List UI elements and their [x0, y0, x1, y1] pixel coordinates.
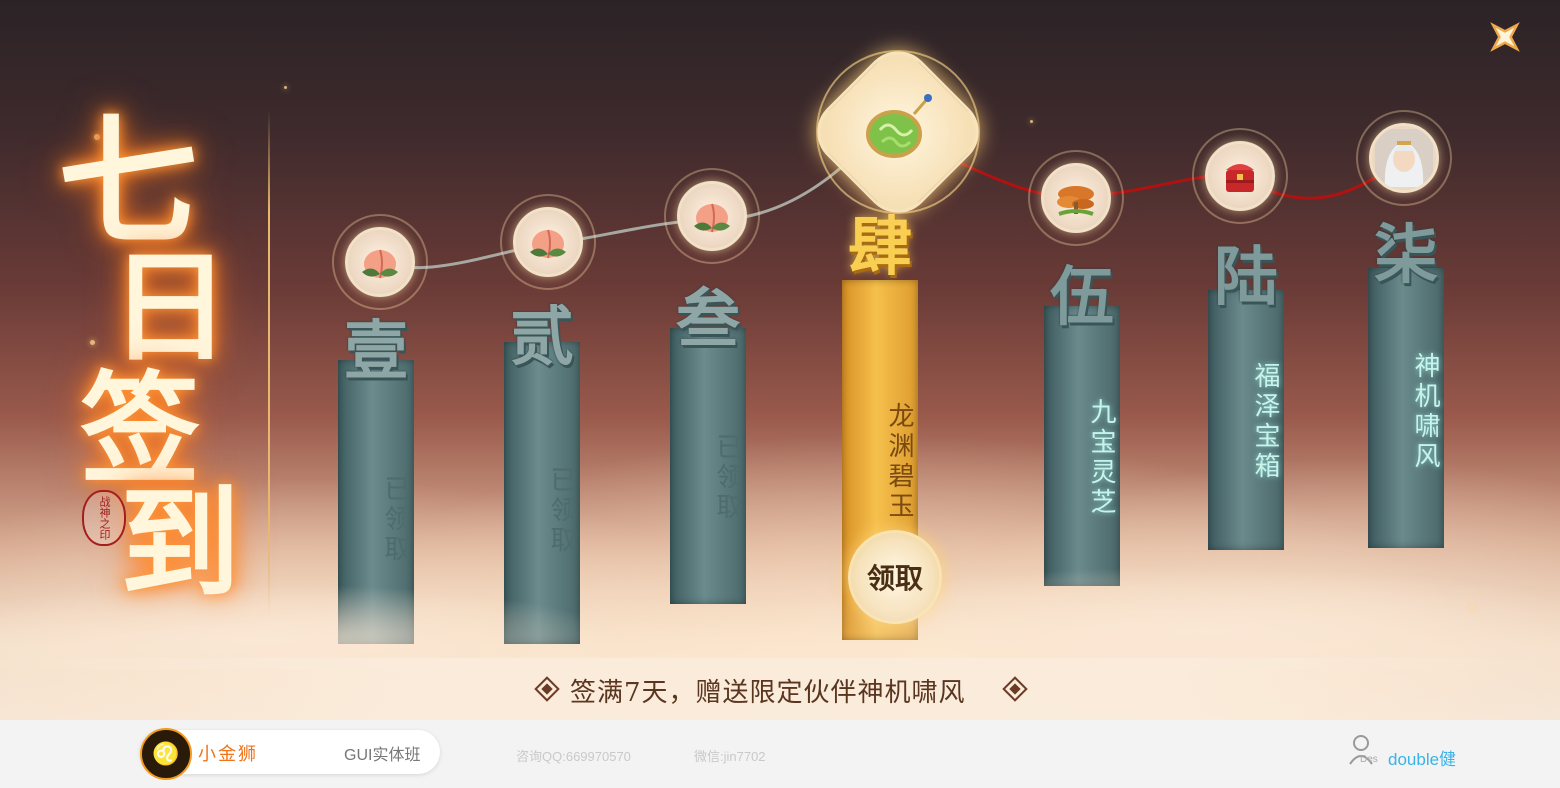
reward-medallion-day6 — [1192, 128, 1288, 224]
day-reward-label: 九宝灵芝 — [1086, 398, 1116, 518]
wechat-contact: 微信:jin7702 — [694, 749, 766, 764]
fog-layer — [0, 560, 1560, 670]
qq-contact: 咨询QQ:669970570 — [516, 749, 631, 764]
reward-medallion-day3 — [664, 168, 760, 264]
day-numeral: 壹 — [344, 314, 408, 389]
user-tag: Des — [1360, 754, 1378, 765]
chain-claimed — [377, 148, 862, 270]
user-name: double健 — [1388, 750, 1457, 769]
medallion-ring — [1028, 150, 1124, 246]
day-reward-label: 福泽宝箱 — [1250, 362, 1280, 482]
reward-medallion-day2 — [500, 194, 596, 290]
reward-medallion-day4[interactable] — [803, 37, 993, 227]
day-reward-label: 神机啸风 — [1410, 352, 1440, 472]
day-numeral: 叁 — [676, 282, 740, 357]
day-numeral: 贰 — [510, 300, 574, 375]
reward-medallion-day5 — [1028, 150, 1124, 246]
course-name: GUI实体班 — [344, 747, 421, 764]
medallion-ring — [332, 214, 428, 310]
footer-bar: ♌ 小金狮 GUI实体班 咨询QQ:669970570 微信:jin7702 D… — [0, 720, 1560, 788]
medallion-ring — [500, 194, 596, 290]
full-signin-reward-text: 签满7天，赠送限定伙伴神机啸风 — [570, 678, 966, 708]
day-numeral: 伍 — [1050, 260, 1114, 335]
brand-pill: ♌ 小金狮 GUI实体班 — [140, 728, 440, 780]
lion-logo-icon: ♌ — [140, 728, 192, 780]
reward-medallion-day7 — [1356, 110, 1452, 206]
signin-panel: 七 日 签 到 战神之印 壹已领取贰已领取叁已领取肆龙渊碧玉伍九宝灵芝陆福泽宝箱… — [0, 0, 1560, 720]
medallion-ring — [664, 168, 760, 264]
chain-future — [929, 148, 1401, 200]
medallion-ring — [1192, 128, 1288, 224]
medallion-ring — [1356, 110, 1452, 206]
day-reward-label: 已领取 — [712, 433, 742, 523]
reward-medallion-day1 — [332, 214, 428, 310]
close-x-icon[interactable] — [1480, 12, 1530, 62]
day-numeral: 陆 — [1214, 240, 1278, 315]
brand-name: 小金狮 — [198, 744, 258, 764]
jade-pendant-icon — [858, 90, 938, 174]
day-numeral: 柒 — [1374, 218, 1438, 293]
